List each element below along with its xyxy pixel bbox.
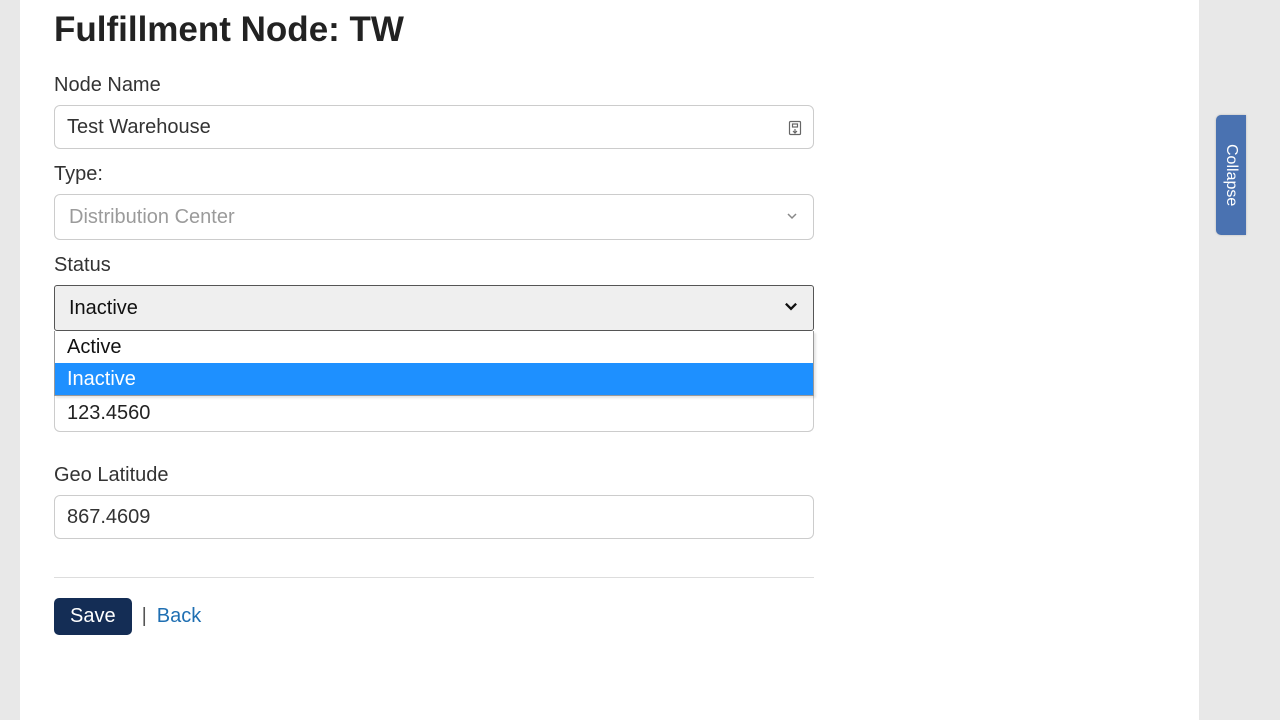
action-separator: | [142,605,147,628]
type-select[interactable]: Distribution Center [54,194,814,240]
field-status: Status Inactive Active Inactive 123.4560 [54,254,1165,432]
back-link[interactable]: Back [157,605,201,628]
spacer [54,432,1165,464]
field-type: Type: Distribution Center [54,163,1165,240]
field-geo-latitude: Geo Latitude [54,464,1165,539]
node-name-input[interactable] [54,105,814,149]
geo-latitude-input-inner[interactable] [67,500,801,534]
overlapped-input-value: 123.4560 [67,402,150,425]
status-option-active[interactable]: Active [55,331,813,363]
chevron-down-icon [785,206,799,229]
form-content: Fulfillment Node: TW Node Name Type: [20,10,1199,655]
geo-latitude-input[interactable] [54,495,814,539]
collapse-tab-label: Collapse [1222,144,1240,206]
field-node-name: Node Name [54,74,1165,149]
node-name-input-inner[interactable] [67,110,777,144]
type-select-value: Distribution Center [69,206,235,229]
type-label: Type: [54,163,1165,186]
page-card: Fulfillment Node: TW Node Name Type: [20,0,1200,720]
node-name-label: Node Name [54,74,1165,97]
autofill-icon [787,119,803,135]
status-select[interactable]: Inactive [54,285,814,331]
status-dropdown-panel: Active Inactive [54,331,814,396]
overlapped-input[interactable]: 123.4560 [54,396,814,432]
page-title: Fulfillment Node: TW [54,10,1165,50]
actions-row: Save | Back [54,598,1165,635]
chevron-down-icon [783,297,799,320]
status-label: Status [54,254,1165,277]
geo-latitude-label: Geo Latitude [54,464,1165,487]
collapse-tab[interactable]: Collapse [1216,115,1246,235]
status-select-value: Inactive [69,297,138,320]
save-button[interactable]: Save [54,598,132,635]
status-option-inactive[interactable]: Inactive [55,363,813,395]
divider [54,577,814,578]
